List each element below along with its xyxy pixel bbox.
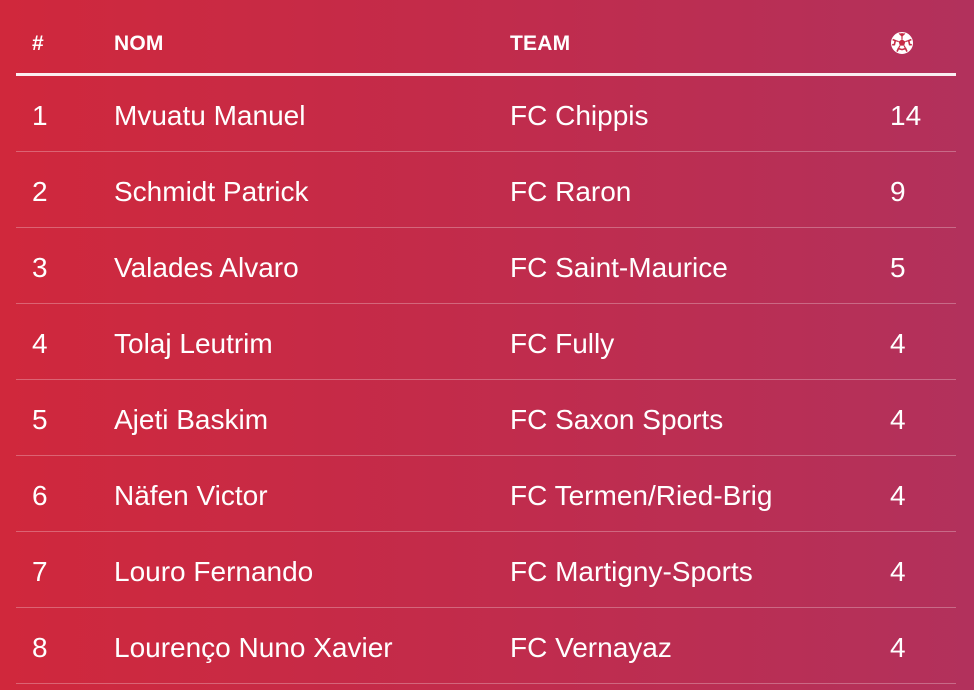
cell-goals: 5	[890, 252, 906, 283]
cell-rank: 4	[32, 328, 48, 359]
cell-rank: 8	[32, 632, 48, 663]
table-row: 8 Lourenço Nuno Xavier FC Vernayaz 4	[16, 608, 956, 684]
cell-team: FC Vernayaz	[510, 632, 672, 663]
cell-team: FC Saint-Maurice	[510, 252, 728, 283]
cell-rank: 7	[32, 556, 48, 587]
cell-name: Lourenço Nuno Xavier	[114, 632, 393, 663]
cell-goals: 4	[890, 480, 906, 511]
cell-team: FC Fully	[510, 328, 615, 359]
header-rank: #	[32, 32, 44, 55]
cell-team: FC Raron	[510, 176, 632, 207]
cell-team: FC Chippis	[510, 100, 649, 131]
scorers-table: # NOM TEAM 1 Mvuatu Manuel FC Chippis 14…	[16, 0, 956, 684]
table-row: 5 Ajeti Baskim FC Saxon Sports 4	[16, 380, 956, 456]
cell-goals: 4	[890, 556, 906, 587]
cell-name: Valades Alvaro	[114, 252, 299, 283]
cell-rank: 6	[32, 480, 48, 511]
cell-goals: 4	[890, 328, 906, 359]
header-team: TEAM	[510, 32, 571, 55]
cell-rank: 2	[32, 176, 48, 207]
table-row: 4 Tolaj Leutrim FC Fully 4	[16, 304, 956, 380]
cell-name: Mvuatu Manuel	[114, 100, 306, 131]
cell-goals: 4	[890, 632, 906, 663]
cell-name: Louro Fernando	[114, 556, 314, 587]
table-header: # NOM TEAM	[16, 0, 956, 76]
cell-name: Näfen Victor	[114, 480, 268, 511]
cell-goals: 14	[890, 100, 922, 131]
cell-rank: 3	[32, 252, 48, 283]
table-row: 1 Mvuatu Manuel FC Chippis 14	[16, 76, 956, 152]
cell-team: FC Martigny-Sports	[510, 556, 753, 587]
cell-name: Schmidt Patrick	[114, 176, 309, 207]
table-row: 2 Schmidt Patrick FC Raron 9	[16, 152, 956, 228]
table-row: 7 Louro Fernando FC Martigny-Sports 4	[16, 532, 956, 608]
table-row: 3 Valades Alvaro FC Saint-Maurice 5	[16, 228, 956, 304]
table-row: 6 Näfen Victor FC Termen/Ried-Brig 4	[16, 456, 956, 532]
cell-rank: 1	[32, 100, 48, 131]
cell-team: FC Termen/Ried-Brig	[510, 480, 773, 511]
cell-name: Tolaj Leutrim	[114, 328, 273, 359]
cell-goals: 4	[890, 404, 906, 435]
cell-goals: 9	[890, 176, 906, 207]
cell-rank: 5	[32, 404, 48, 435]
header-name: NOM	[114, 32, 164, 55]
cell-team: FC Saxon Sports	[510, 404, 724, 435]
soccer-ball-icon	[890, 31, 914, 55]
cell-name: Ajeti Baskim	[114, 404, 269, 435]
